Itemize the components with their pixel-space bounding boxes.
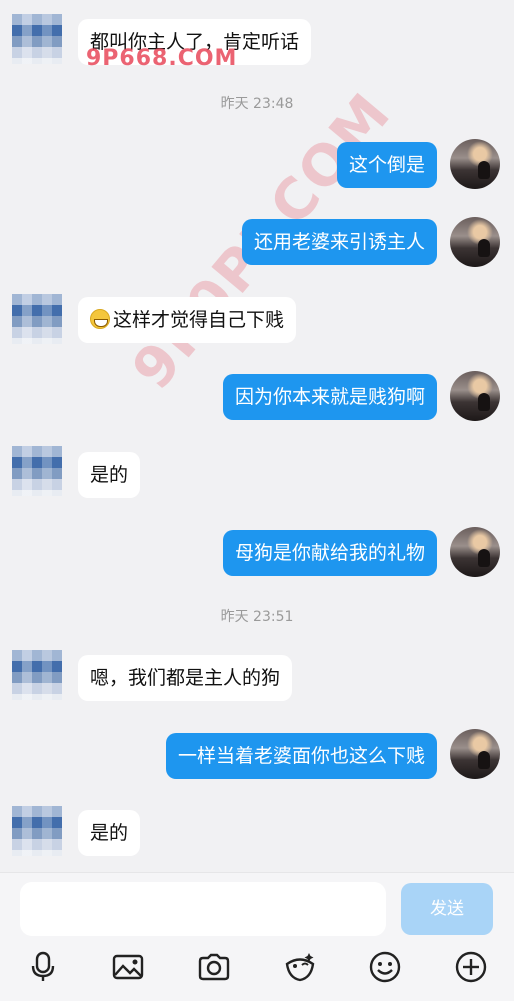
contact-avatar[interactable] — [12, 650, 62, 700]
message-bubble: 这个倒是 — [336, 142, 437, 188]
sticker-icon[interactable] — [283, 950, 317, 984]
message-bubble: 母狗是你献给我的礼物 — [222, 530, 437, 576]
message-text: 这样才觉得自己下贱 — [113, 309, 285, 331]
send-button[interactable]: 发送 — [401, 883, 493, 935]
message-bubble: 是的 — [78, 810, 141, 856]
my-avatar[interactable] — [450, 217, 500, 267]
grinning-emoji-icon — [90, 309, 110, 329]
message-bubble: 还用老婆来引诱主人 — [241, 219, 437, 265]
input-toolbar — [0, 940, 514, 996]
message-bubble: 一样当着老婆面你也这么下贱 — [165, 733, 437, 779]
message-bubble: 这样才觉得自己下贱 — [78, 297, 297, 343]
microphone-icon[interactable] — [26, 950, 60, 984]
image-icon[interactable] — [111, 950, 145, 984]
my-avatar[interactable] — [450, 729, 500, 779]
plus-icon[interactable] — [454, 950, 488, 984]
my-avatar[interactable] — [450, 527, 500, 577]
message-bubble: 嗯，我们都是主人的狗 — [78, 655, 293, 701]
timestamp: 昨天 23:48 — [220, 96, 294, 112]
contact-avatar[interactable] — [12, 14, 62, 64]
site-watermark: 9P668.COM — [86, 46, 238, 71]
message-input[interactable] — [20, 882, 386, 936]
emoji-icon[interactable] — [368, 950, 402, 984]
contact-avatar[interactable] — [12, 446, 62, 496]
contact-avatar[interactable] — [12, 294, 62, 344]
message-bubble: 是的 — [78, 452, 141, 498]
my-avatar[interactable] — [450, 139, 500, 189]
contact-avatar[interactable] — [12, 806, 62, 856]
my-avatar[interactable] — [450, 371, 500, 421]
timestamp: 昨天 23:51 — [220, 609, 294, 625]
camera-icon[interactable] — [197, 950, 231, 984]
message-bubble: 因为你本来就是贱狗啊 — [222, 374, 437, 420]
